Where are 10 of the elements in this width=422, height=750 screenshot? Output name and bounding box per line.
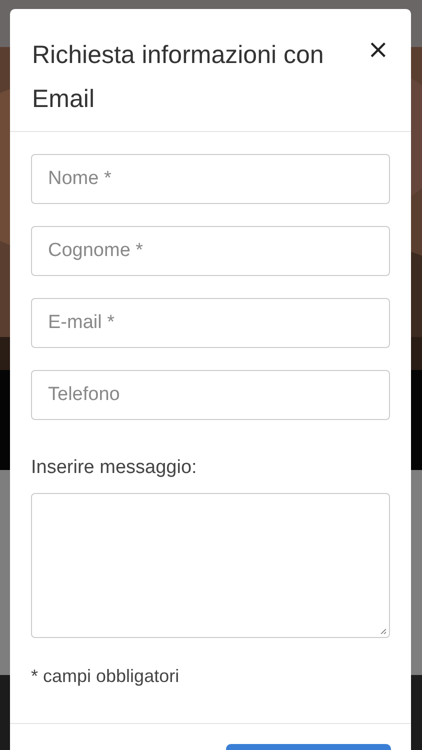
message-field[interactable]	[31, 493, 390, 638]
close-button[interactable]: ×	[365, 37, 391, 63]
required-note: * campi obbligatori	[31, 665, 180, 687]
input-field[interactable]: Nome *	[31, 154, 390, 204]
input-field[interactable]: Cognome *	[31, 226, 390, 276]
input-field[interactable]: Telefono	[31, 370, 390, 420]
message-label: Inserire messaggio:	[31, 457, 198, 479]
resize-handle-icon[interactable]	[380, 628, 386, 634]
modal-title: Richiesta informazioni con Email	[32, 40, 325, 115]
input-field[interactable]: E-mail *	[31, 298, 390, 348]
